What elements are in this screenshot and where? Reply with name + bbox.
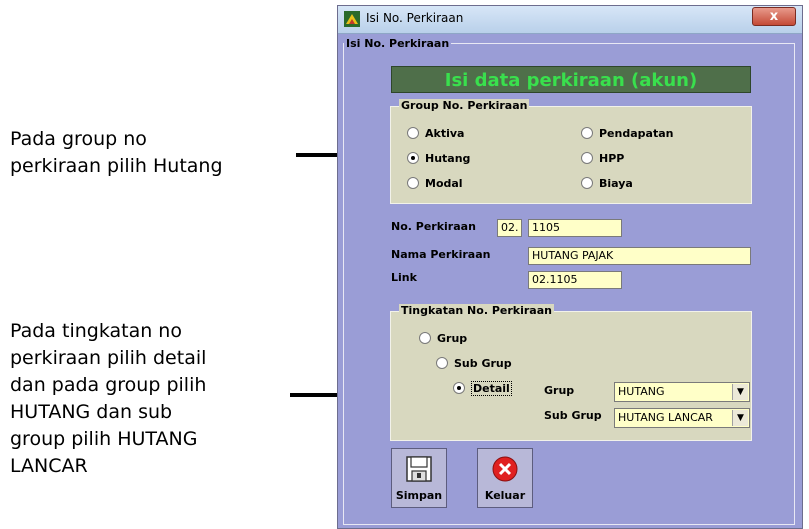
radio-circle[interactable] [581, 127, 593, 139]
save-button-label: Simpan [395, 489, 443, 502]
radio-label: Hutang [425, 152, 471, 165]
annotation-line: perkiraan pilih Hutang [10, 155, 223, 177]
radio-circle[interactable] [581, 177, 593, 189]
sub-grup-select[interactable]: HUTANG LANCAR ▼ [614, 408, 750, 428]
radio-circle[interactable] [436, 357, 448, 369]
sub-grup-label: Sub Grup [544, 409, 602, 422]
no-perkiraan-field[interactable]: 1105 [528, 219, 622, 237]
chevron-down-icon[interactable]: ▼ [732, 384, 748, 400]
radio-circle[interactable] [419, 332, 431, 344]
group-panel-legend: Group No. Perkiraan [399, 99, 530, 112]
radio-label: Modal [425, 177, 463, 190]
annotation-line: group pilih HUTANG [10, 428, 198, 450]
annotation-line: HUTANG dan sub [10, 401, 173, 423]
annotation-line: Pada tingkatan no [10, 320, 182, 342]
radio-label: Grup [437, 332, 468, 345]
radio-aktiva[interactable]: Aktiva [407, 126, 464, 142]
radio-modal[interactable]: Modal [407, 176, 463, 192]
radio-circle[interactable] [407, 127, 419, 139]
window-title: Isi No. Perkiraan [366, 11, 464, 25]
sub-grup-select-value: HUTANG LANCAR [618, 411, 713, 424]
radio-grup[interactable]: Grup [419, 331, 467, 347]
level-panel-legend: Tingkatan No. Perkiraan [399, 304, 554, 317]
radio-circle[interactable] [407, 177, 419, 189]
app-icon [344, 11, 360, 27]
radio-sub-grup[interactable]: Sub Grup [436, 356, 512, 372]
radio-label: HPP [599, 152, 625, 165]
radio-label: Detail [471, 381, 512, 396]
chevron-down-icon[interactable]: ▼ [732, 410, 748, 426]
no-perkiraan-prefix-field[interactable]: 02. [497, 219, 522, 237]
annotation-line: Pada group no [10, 128, 147, 150]
radio-pendapatan[interactable]: Pendapatan [581, 126, 673, 142]
dialog-window: Isi No. Perkiraan x Isi No. Perkiraan Is… [337, 5, 803, 529]
nama-perkiraan-field[interactable]: HUTANG PAJAK [528, 247, 751, 265]
radio-label: Biaya [599, 177, 633, 190]
annotation-line: dan pada group pilih [10, 374, 207, 396]
link-label: Link [391, 271, 417, 284]
annotation-line: perkiraan pilih detail [10, 347, 207, 369]
exit-button[interactable]: Keluar [477, 448, 533, 508]
annotation-line: LANCAR [10, 455, 88, 477]
grup-select[interactable]: HUTANG ▼ [614, 382, 750, 402]
annotation-detail: Pada tingkatan no perkiraan pilih detail… [10, 318, 206, 480]
radio-hpp[interactable]: HPP [581, 151, 624, 167]
close-x-icon [492, 456, 518, 482]
radio-biaya[interactable]: Biaya [581, 176, 633, 192]
radio-detail[interactable]: Detail [453, 381, 512, 397]
close-button[interactable]: x [752, 7, 796, 26]
save-button[interactable]: Simpan [391, 448, 447, 508]
radio-circle-checked[interactable] [453, 382, 465, 394]
radio-label: Aktiva [425, 127, 465, 140]
no-perkiraan-label: No. Perkiraan [391, 220, 476, 233]
title-bar[interactable]: Isi No. Perkiraan x [338, 6, 802, 34]
radio-label: Pendapatan [599, 127, 674, 140]
radio-circle[interactable] [581, 152, 593, 164]
header-banner: Isi data perkiraan (akun) [391, 66, 751, 93]
frame-legend: Isi No. Perkiraan [344, 37, 452, 50]
annotation-hutang: Pada group no perkiraan pilih Hutang [10, 126, 223, 180]
nama-perkiraan-label: Nama Perkiraan [391, 248, 491, 261]
grup-select-value: HUTANG [618, 385, 665, 398]
radio-hutang[interactable]: Hutang [407, 151, 470, 167]
floppy-disk-icon [406, 456, 432, 482]
exit-button-label: Keluar [484, 489, 526, 502]
grup-label: Grup [544, 384, 575, 397]
link-field[interactable]: 02.1105 [528, 271, 622, 289]
radio-label: Sub Grup [454, 357, 512, 370]
radio-circle-checked[interactable] [407, 152, 419, 164]
